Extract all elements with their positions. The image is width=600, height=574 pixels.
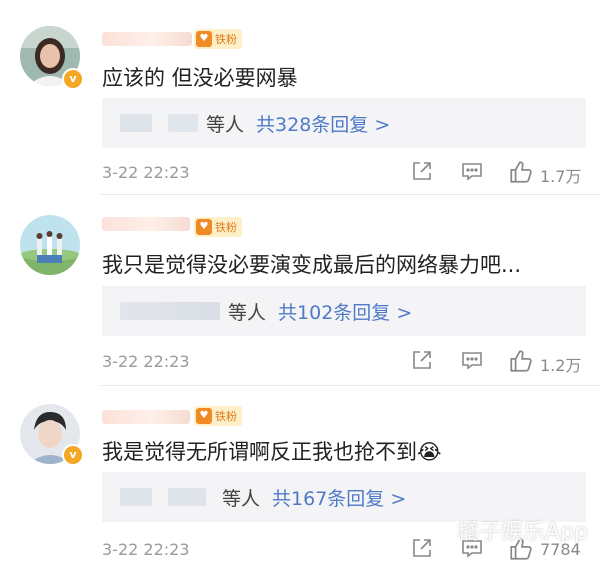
like-count: 1.2万: [540, 356, 582, 375]
avatar[interactable]: [20, 215, 80, 275]
like-count: 1.7万: [540, 167, 582, 186]
fan-badge-icon: ♥: [196, 31, 212, 47]
reply-user-blur: [120, 302, 220, 320]
fan-badge: ♥ 铁粉: [194, 217, 242, 237]
timestamp: 3-22 22:23: [102, 352, 190, 371]
fan-badge-icon: ♥: [196, 219, 212, 235]
verified-icon: v: [62, 68, 84, 90]
comment-item: ♥ 铁粉 我只是觉得没必要演变成最后的网络暴力吧... 等人 共102条回复 >…: [0, 195, 600, 385]
comment-text: 应该的 但没必要网暴: [102, 66, 298, 90]
username[interactable]: [102, 32, 192, 46]
reply-count-link[interactable]: 共102条回复 >: [278, 298, 412, 325]
comment-icon[interactable]: [460, 348, 484, 372]
reply-preview[interactable]: 等人 共102条回复 >: [102, 286, 586, 336]
reply-user-blur: [120, 114, 152, 132]
share-icon[interactable]: [410, 159, 434, 183]
fan-badge: ♥ 铁粉: [194, 29, 242, 49]
comment-icon[interactable]: [460, 159, 484, 183]
like-icon[interactable]: [508, 348, 534, 374]
reply-count-link[interactable]: 共328条回复 >: [256, 110, 390, 137]
comment-meta: 3-22 22:23 1.2万: [102, 348, 588, 376]
comment-item: v ♥ 铁粉 应该的 但没必要网暴 等人 共328条回复 > 3-22 22:2…: [0, 0, 600, 194]
reply-preview[interactable]: 等人 共328条回复 >: [102, 98, 586, 148]
fan-badge-icon: ♥: [196, 408, 212, 424]
comment-text: 我是觉得无所谓啊反正我也抢不到😭: [102, 440, 442, 464]
reply-user-blur: [120, 488, 152, 506]
like-icon[interactable]: [508, 159, 534, 185]
crying-emoji-icon: 😭: [417, 440, 442, 464]
reply-user-blur: [168, 114, 198, 132]
reply-user-blur: [168, 488, 206, 506]
timestamp: 3-22 22:23: [102, 163, 190, 182]
share-icon[interactable]: [410, 536, 434, 560]
comment-text: 我只是觉得没必要演变成最后的网络暴力吧...: [102, 253, 522, 277]
comment-meta: 3-22 22:23 1.7万: [102, 159, 588, 187]
share-icon[interactable]: [410, 348, 434, 372]
username[interactable]: [102, 217, 190, 231]
reply-count-link[interactable]: 共167条回复 >: [272, 484, 406, 511]
username[interactable]: [102, 410, 190, 424]
fan-badge: ♥ 铁粉: [194, 406, 242, 426]
verified-icon: v: [62, 444, 84, 466]
timestamp: 3-22 22:23: [102, 540, 190, 559]
watermark: 橘子娱乐App: [457, 520, 588, 545]
